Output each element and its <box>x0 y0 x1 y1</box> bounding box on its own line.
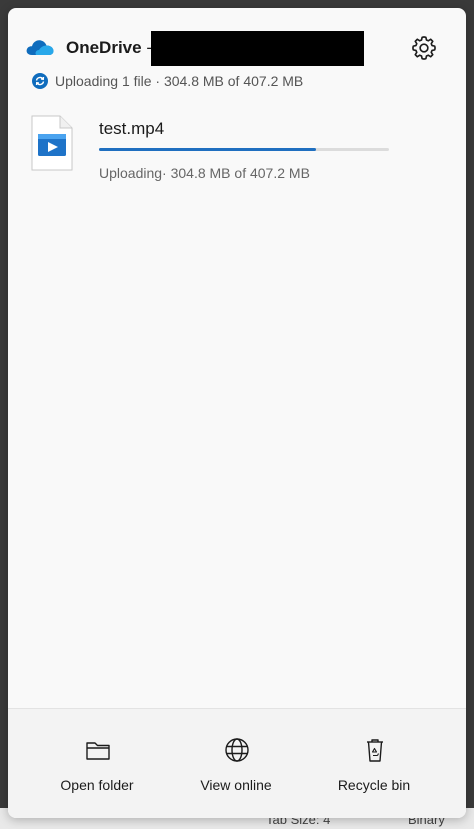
sync-status: Uploading 1 file · 304.8 MB of 407.2 MB <box>32 73 303 89</box>
app-name: OneDrive <box>66 38 142 57</box>
folder-icon <box>86 742 110 760</box>
recycle-bin-icon <box>367 739 383 762</box>
recycle-bin-label: Recycle bin <box>337 777 411 793</box>
file-upload-status: Uploading· 304.8 MB of 407.2 MB <box>99 165 310 181</box>
upload-progress-fill <box>99 148 317 151</box>
onedrive-flyout: OneDrive - Uploading 1 file · 304.8 MB o… <box>8 8 466 818</box>
flyout-header: OneDrive - <box>8 8 466 68</box>
sync-icon <box>32 73 48 89</box>
redacted-account-name <box>151 31 364 66</box>
window-title: OneDrive - <box>66 38 152 58</box>
list-item[interactable]: test.mp4 Uploading· 304.8 MB of 407.2 MB <box>30 113 450 183</box>
open-folder-button[interactable]: Open folder <box>22 709 172 818</box>
upload-progress-bar <box>99 148 389 151</box>
gear-icon[interactable] <box>410 34 438 62</box>
sync-status-text: Uploading 1 file · 304.8 MB of 407.2 MB <box>55 73 304 89</box>
view-online-label: View online <box>200 777 272 793</box>
file-name: test.mp4 <box>99 119 165 138</box>
flyout-footer: Open folder View online Recycle bin <box>8 708 466 818</box>
video-file-icon <box>31 115 73 171</box>
globe-icon <box>225 738 249 762</box>
onedrive-cloud-icon <box>26 40 54 55</box>
recycle-bin-button[interactable]: Recycle bin <box>299 709 449 818</box>
open-folder-label: Open folder <box>60 777 134 793</box>
view-online-button[interactable]: View online <box>161 709 311 818</box>
